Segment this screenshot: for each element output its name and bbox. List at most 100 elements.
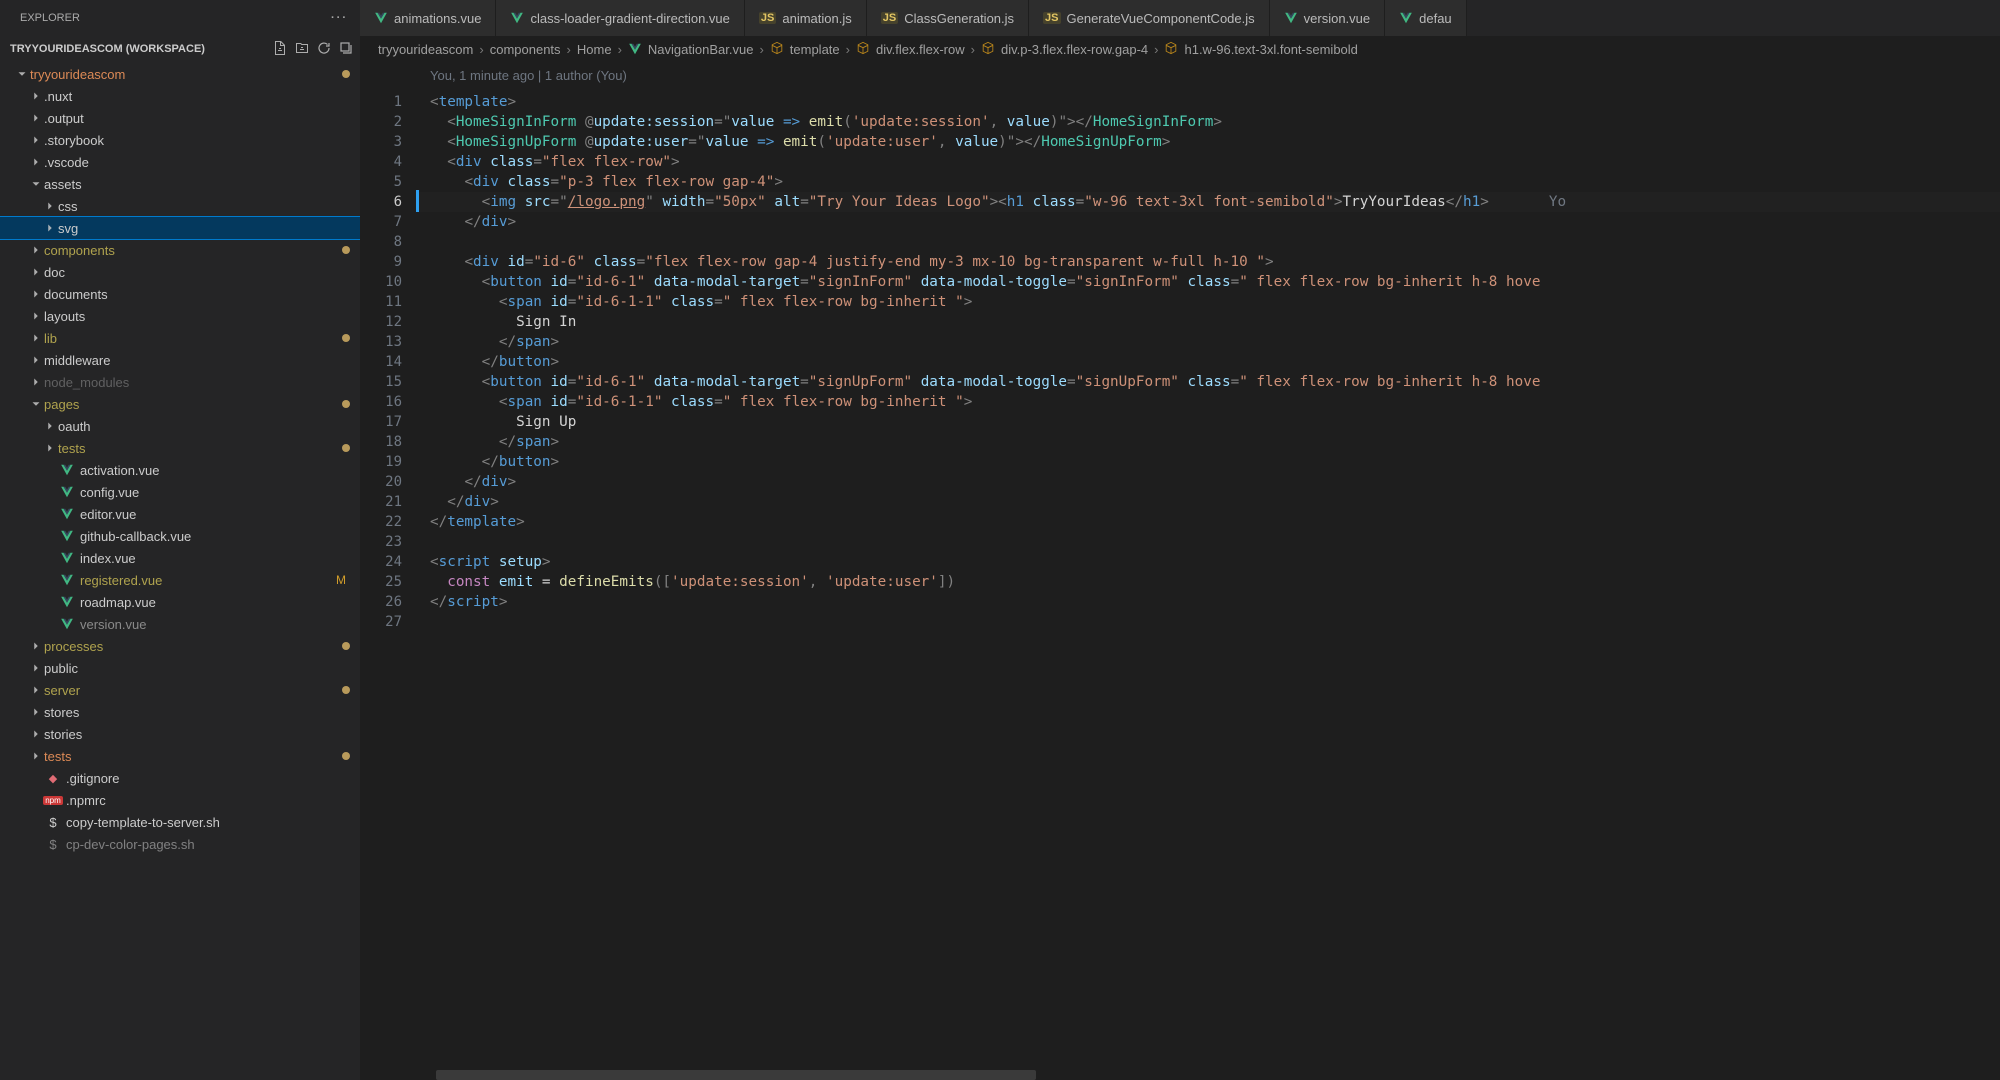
- breadcrumb-item[interactable]: NavigationBar.vue: [648, 42, 754, 57]
- tree-item-label: node_modules: [44, 375, 350, 390]
- editor-tabs[interactable]: animations.vueclass-loader-gradient-dire…: [360, 0, 2000, 36]
- folder-item[interactable]: lib: [0, 327, 360, 349]
- folder-item[interactable]: pages: [0, 393, 360, 415]
- status-dot-icon: [342, 444, 350, 452]
- scrollbar-thumb[interactable]: [436, 1070, 1036, 1080]
- folder-item[interactable]: doc: [0, 261, 360, 283]
- folder-item[interactable]: svg: [0, 217, 360, 239]
- file-item[interactable]: editor.vue: [0, 503, 360, 525]
- breadcrumb-item[interactable]: components: [490, 42, 561, 57]
- vue-icon: [1399, 11, 1413, 25]
- tree-item-label: svg: [58, 221, 350, 236]
- status-dot-icon: [342, 334, 350, 342]
- chevron-right-icon: [28, 243, 44, 257]
- breadcrumb-item[interactable]: div.flex.flex-row: [876, 42, 965, 57]
- chevron-right-icon: [28, 155, 44, 169]
- chevron-right-icon: ›: [1154, 42, 1158, 57]
- editor-tab[interactable]: JSanimation.js: [745, 0, 867, 36]
- folder-item[interactable]: .vscode: [0, 151, 360, 173]
- vue-icon: [60, 573, 74, 587]
- breadcrumb[interactable]: tryyourideascom › components › Home › Navigati…: [360, 36, 2000, 62]
- folder-item[interactable]: node_modules: [0, 371, 360, 393]
- folder-item[interactable]: documents: [0, 283, 360, 305]
- chevron-down-icon: [14, 67, 30, 81]
- file-item[interactable]: $copy-template-to-server.sh: [0, 811, 360, 833]
- chevron-right-icon: ›: [846, 42, 850, 57]
- tree-item-label: pages: [44, 397, 342, 412]
- breadcrumb-item[interactable]: tryyourideascom: [378, 42, 473, 57]
- chevron-right-icon: [28, 309, 44, 323]
- element-icon: [770, 41, 784, 58]
- file-item[interactable]: ◆.gitignore: [0, 767, 360, 789]
- breadcrumb-item[interactable]: template: [790, 42, 840, 57]
- file-item[interactable]: config.vue: [0, 481, 360, 503]
- breadcrumb-item[interactable]: h1.w-96.text-3xl.font-semibold: [1184, 42, 1357, 57]
- editor-tab[interactable]: class-loader-gradient-direction.vue: [496, 0, 744, 36]
- folder-item[interactable]: layouts: [0, 305, 360, 327]
- editor-tab[interactable]: version.vue: [1270, 0, 1385, 36]
- editor-tab[interactable]: JSClassGeneration.js: [867, 0, 1029, 36]
- workspace-header[interactable]: TRYYOURIDEASCOM (WORKSPACE): [0, 35, 360, 63]
- tree-item-label: components: [44, 243, 342, 258]
- explorer-more-icon[interactable]: ···: [331, 12, 348, 24]
- tree-item-label: public: [44, 661, 350, 676]
- file-item[interactable]: index.vue: [0, 547, 360, 569]
- vue-icon: [374, 11, 388, 25]
- folder-item[interactable]: tests: [0, 745, 360, 767]
- line-number-gutter: 1234567891011121314151617181920212223242…: [360, 62, 416, 1070]
- tree-item-label: activation.vue: [80, 463, 350, 478]
- tree-item-label: tests: [44, 749, 342, 764]
- folder-item[interactable]: tryyourideascom: [0, 63, 360, 85]
- folder-item[interactable]: .storybook: [0, 129, 360, 151]
- folder-item[interactable]: processes: [0, 635, 360, 657]
- file-item[interactable]: npm.npmrc: [0, 789, 360, 811]
- file-item[interactable]: roadmap.vue: [0, 591, 360, 613]
- editor-tab[interactable]: animations.vue: [360, 0, 496, 36]
- folder-item[interactable]: tests: [0, 437, 360, 459]
- folder-item[interactable]: server: [0, 679, 360, 701]
- modified-badge: M: [336, 573, 350, 587]
- chevron-right-icon: [42, 419, 58, 433]
- new-folder-icon[interactable]: [294, 40, 310, 59]
- file-item[interactable]: version.vue: [0, 613, 360, 635]
- tree-item-label: .nuxt: [44, 89, 350, 104]
- tree-item-label: documents: [44, 287, 350, 302]
- file-item[interactable]: registered.vueM: [0, 569, 360, 591]
- chevron-right-icon: [28, 89, 44, 103]
- refresh-icon[interactable]: [316, 40, 332, 59]
- editor-tab[interactable]: defau: [1385, 0, 1467, 36]
- folder-item[interactable]: components: [0, 239, 360, 261]
- tree-item-label: tryyourideascom: [30, 67, 342, 82]
- new-file-icon[interactable]: [272, 40, 288, 59]
- file-item[interactable]: $cp-dev-color-pages.sh: [0, 833, 360, 855]
- file-item[interactable]: github-callback.vue: [0, 525, 360, 547]
- folder-item[interactable]: middleware: [0, 349, 360, 371]
- folder-item[interactable]: assets: [0, 173, 360, 195]
- vue-icon: [628, 42, 642, 56]
- folder-item[interactable]: .nuxt: [0, 85, 360, 107]
- folder-item[interactable]: stories: [0, 723, 360, 745]
- folder-item[interactable]: oauth: [0, 415, 360, 437]
- code-area[interactable]: <template> <HomeSignInForm @update:sessi…: [416, 62, 2000, 1070]
- folder-item[interactable]: css: [0, 195, 360, 217]
- folder-item[interactable]: stores: [0, 701, 360, 723]
- tree-item-label: .vscode: [44, 155, 350, 170]
- vue-icon: [1284, 11, 1298, 25]
- file-tree[interactable]: tryyourideascom .nuxt .output.storybook .vs…: [0, 63, 360, 1080]
- breadcrumb-item[interactable]: Home: [577, 42, 612, 57]
- folder-item[interactable]: .output: [0, 107, 360, 129]
- breadcrumb-item[interactable]: div.p-3.flex.flex-row.gap-4: [1001, 42, 1148, 57]
- horizontal-scrollbar[interactable]: [416, 1070, 2000, 1080]
- editor[interactable]: You, 1 minute ago | 1 author (You) 12345…: [360, 62, 2000, 1070]
- tree-item-label: css: [58, 199, 350, 214]
- file-item[interactable]: activation.vue: [0, 459, 360, 481]
- chevron-right-icon: [28, 639, 44, 653]
- chevron-right-icon: [28, 683, 44, 697]
- chevron-right-icon: ›: [759, 42, 763, 57]
- element-icon: [981, 41, 995, 58]
- chevron-right-icon: [28, 705, 44, 719]
- collapse-all-icon[interactable]: [338, 40, 354, 59]
- editor-tab[interactable]: JSGenerateVueComponentCode.js: [1029, 0, 1270, 36]
- folder-item[interactable]: public: [0, 657, 360, 679]
- tree-item-label: assets: [44, 177, 350, 192]
